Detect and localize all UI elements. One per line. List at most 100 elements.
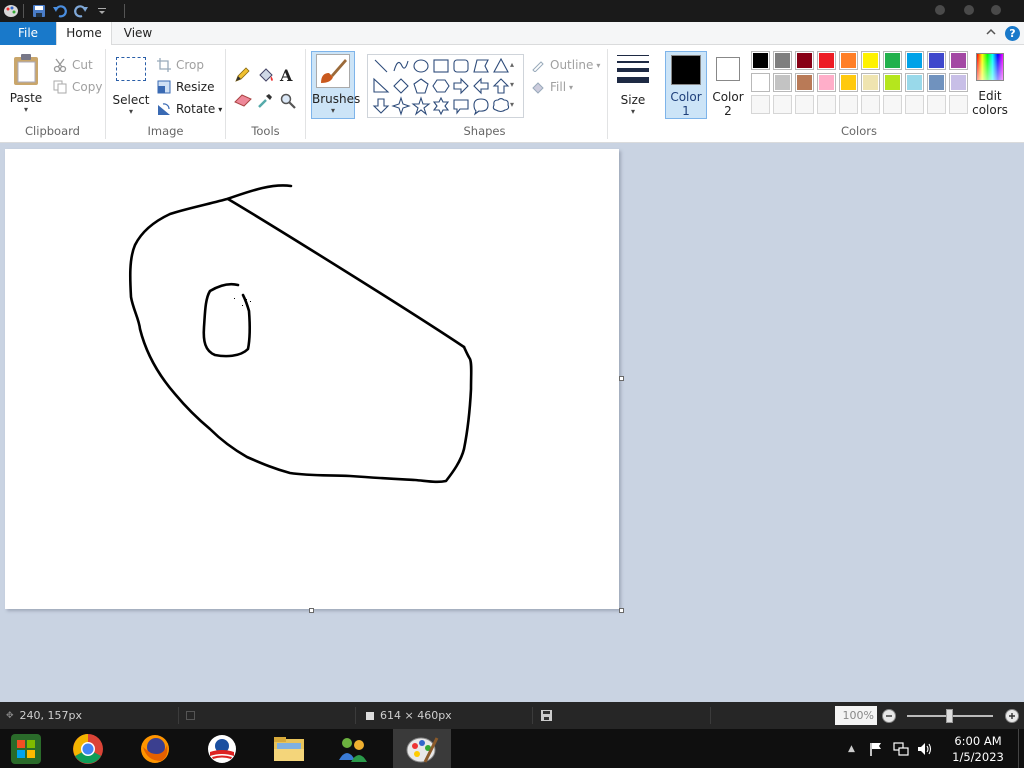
rounded-rectangle-shape-icon[interactable] bbox=[453, 59, 469, 73]
copy-button[interactable]: Copy bbox=[52, 77, 102, 97]
rotate-dropdown-arrow[interactable]: ▾ bbox=[218, 105, 222, 114]
down-arrow-shape-icon[interactable] bbox=[372, 98, 390, 114]
show-hidden-icons-button[interactable]: ▲ bbox=[848, 729, 855, 768]
text-tool-icon[interactable]: A bbox=[280, 66, 298, 85]
palette-custom-empty[interactable] bbox=[861, 95, 880, 114]
fill-bucket-icon[interactable] bbox=[257, 67, 275, 85]
four-point-star-shape-icon[interactable] bbox=[391, 96, 411, 116]
right-triangle-shape-icon[interactable] bbox=[373, 77, 390, 93]
palette-color[interactable] bbox=[861, 51, 880, 70]
palette-color[interactable] bbox=[927, 73, 946, 92]
magnifier-icon[interactable] bbox=[280, 93, 298, 111]
tab-home[interactable]: Home bbox=[56, 22, 112, 46]
paint-icon[interactable] bbox=[393, 729, 451, 768]
edit-colors-button[interactable]: Edit colors bbox=[970, 51, 1010, 119]
hexagon-shape-icon[interactable] bbox=[432, 79, 450, 93]
palette-color[interactable] bbox=[795, 51, 814, 70]
palette-color[interactable] bbox=[883, 73, 902, 92]
volume-icon[interactable] bbox=[917, 729, 933, 768]
curve-shape-icon[interactable] bbox=[393, 60, 409, 72]
paint-app-icon[interactable] bbox=[2, 2, 20, 20]
pencil-icon[interactable] bbox=[234, 67, 252, 85]
zoom-in-button[interactable] bbox=[1004, 702, 1020, 729]
color-picker-icon[interactable] bbox=[257, 93, 275, 111]
palette-color[interactable] bbox=[751, 73, 770, 92]
action-center-flag-icon[interactable] bbox=[869, 729, 883, 768]
palette-color[interactable] bbox=[905, 51, 924, 70]
network-icon[interactable] bbox=[893, 729, 909, 768]
paste-dropdown-arrow[interactable]: ▾ bbox=[6, 105, 46, 114]
palette-color[interactable] bbox=[839, 73, 858, 92]
palette-color[interactable] bbox=[817, 73, 836, 92]
close-button[interactable] bbox=[991, 5, 1001, 15]
redo-icon[interactable] bbox=[72, 2, 90, 20]
help-button[interactable]: ? bbox=[1005, 26, 1020, 41]
five-point-star-shape-icon[interactable] bbox=[411, 96, 431, 116]
size-dropdown-arrow[interactable]: ▾ bbox=[612, 107, 654, 116]
rectangle-callout-shape-icon[interactable] bbox=[453, 99, 469, 115]
customize-quick-access-icon[interactable] bbox=[93, 2, 111, 20]
palette-color[interactable] bbox=[949, 51, 968, 70]
pentagon-shape-icon[interactable] bbox=[413, 78, 429, 94]
clock[interactable]: 6:00 AM 1/5/2023 bbox=[948, 729, 1008, 768]
palette-custom-empty[interactable] bbox=[751, 95, 770, 114]
canvas-workspace[interactable] bbox=[0, 143, 1024, 702]
palette-custom-empty[interactable] bbox=[773, 95, 792, 114]
palette-custom-empty[interactable] bbox=[883, 95, 902, 114]
resize-handle-corner[interactable] bbox=[619, 608, 624, 613]
palette-color[interactable] bbox=[883, 51, 902, 70]
tab-file[interactable]: File bbox=[0, 22, 56, 45]
network-people-icon[interactable] bbox=[327, 729, 379, 768]
left-arrow-shape-icon[interactable] bbox=[473, 77, 489, 95]
palette-color[interactable] bbox=[795, 73, 814, 92]
size-button[interactable]: Size ▾ bbox=[612, 51, 654, 117]
obama-logo-icon[interactable] bbox=[196, 729, 248, 768]
shapes-scroll[interactable]: ▴ ▾ ▾ bbox=[506, 55, 518, 117]
palette-color[interactable] bbox=[927, 51, 946, 70]
maximize-button[interactable] bbox=[964, 5, 974, 15]
firefox-icon[interactable] bbox=[129, 729, 181, 768]
zoom-slider-thumb[interactable] bbox=[946, 709, 953, 723]
resize-button[interactable]: Resize bbox=[156, 77, 214, 97]
minimize-ribbon-icon[interactable] bbox=[984, 25, 998, 39]
windows-media-center-icon[interactable] bbox=[0, 729, 52, 768]
palette-color[interactable] bbox=[773, 73, 792, 92]
color2-button[interactable]: Color 2 bbox=[708, 51, 748, 119]
outline-button[interactable]: Outline ▾ bbox=[530, 55, 600, 75]
brushes-button[interactable]: Brushes ▾ bbox=[311, 51, 360, 119]
oval-callout-shape-icon[interactable] bbox=[473, 98, 489, 116]
zoom-out-button[interactable] bbox=[881, 702, 897, 729]
palette-color[interactable] bbox=[861, 73, 880, 92]
palette-custom-empty[interactable] bbox=[927, 95, 946, 114]
tab-view[interactable]: View bbox=[118, 22, 158, 45]
palette-custom-empty[interactable] bbox=[949, 95, 968, 114]
resize-handle-bottom[interactable] bbox=[309, 608, 314, 613]
diamond-shape-icon[interactable] bbox=[393, 78, 409, 94]
select-button[interactable]: Select ▾ bbox=[112, 53, 150, 117]
polygon-shape-icon[interactable] bbox=[473, 59, 489, 73]
select-dropdown-arrow[interactable]: ▾ bbox=[112, 107, 150, 116]
six-point-star-shape-icon[interactable] bbox=[432, 96, 450, 116]
palette-color[interactable] bbox=[839, 51, 858, 70]
undo-icon[interactable] bbox=[51, 2, 69, 20]
palette-custom-empty[interactable] bbox=[839, 95, 858, 114]
palette-color[interactable] bbox=[905, 73, 924, 92]
chrome-icon[interactable] bbox=[62, 729, 114, 768]
rotate-button[interactable]: Rotate ▾ bbox=[156, 99, 222, 119]
palette-custom-empty[interactable] bbox=[817, 95, 836, 114]
right-arrow-shape-icon[interactable] bbox=[453, 77, 469, 95]
paste-button[interactable]: Paste ▾ bbox=[6, 51, 46, 115]
file-explorer-icon[interactable] bbox=[263, 729, 315, 768]
minimize-button[interactable] bbox=[935, 5, 945, 15]
shapes-gallery-icons[interactable] bbox=[368, 55, 523, 117]
show-desktop-button[interactable] bbox=[1018, 729, 1024, 768]
palette-color[interactable] bbox=[817, 51, 836, 70]
cut-button[interactable]: Cut bbox=[52, 55, 93, 75]
line-shape-icon[interactable] bbox=[374, 59, 388, 73]
palette-color[interactable] bbox=[949, 73, 968, 92]
palette-color[interactable] bbox=[751, 51, 770, 70]
palette-color[interactable] bbox=[773, 51, 792, 70]
eraser-icon[interactable] bbox=[234, 93, 252, 111]
color1-button[interactable]: Color 1 bbox=[665, 51, 707, 119]
palette-custom-empty[interactable] bbox=[795, 95, 814, 114]
